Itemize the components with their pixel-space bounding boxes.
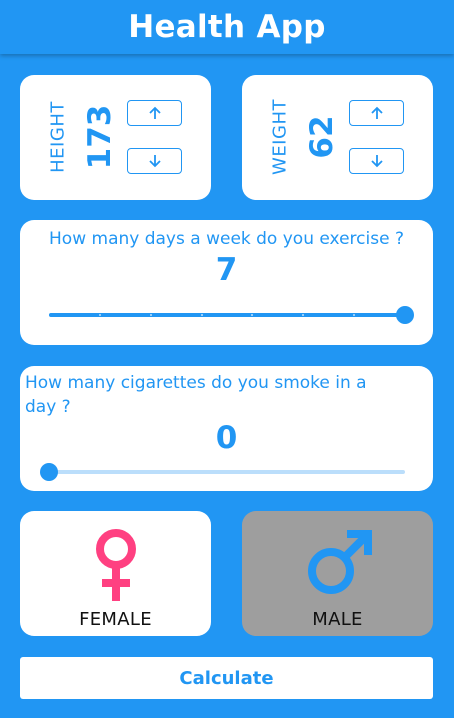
slider-tick xyxy=(98,314,101,316)
arrow-down-icon xyxy=(370,155,383,168)
male-card[interactable]: MALE xyxy=(242,511,433,636)
weight-value: 62 xyxy=(304,115,340,159)
smoking-question-line1: How many cigarettes do you smoke in a xyxy=(25,373,367,393)
calculate-button[interactable]: Calculate xyxy=(20,657,433,699)
smoking-slider-track[interactable] xyxy=(49,470,405,474)
weight-label: WEIGHT xyxy=(269,99,291,175)
smoking-slider-thumb[interactable] xyxy=(40,463,58,481)
male-label: MALE xyxy=(312,609,363,630)
arrow-up-icon xyxy=(370,106,383,119)
female-card[interactable]: FEMALE xyxy=(20,511,211,636)
smoking-card: How many cigarettes do you smoke in a da… xyxy=(20,366,433,491)
weight-card: WEIGHT 62 xyxy=(242,75,433,200)
height-decrement-button[interactable] xyxy=(127,148,182,174)
smoking-question: How many cigarettes do you smoke in a da… xyxy=(25,371,367,419)
exercise-question: How many days a week do you exercise ? xyxy=(49,229,404,249)
smoking-question-line2: day ? xyxy=(25,397,71,417)
weight-decrement-button[interactable] xyxy=(349,148,404,174)
smoking-value: 0 xyxy=(215,420,238,456)
male-icon xyxy=(242,521,433,603)
slider-tick xyxy=(149,314,152,316)
calculate-label: Calculate xyxy=(179,667,274,689)
height-label: HEIGHT xyxy=(47,101,69,173)
app-title: Health App xyxy=(128,9,326,45)
arrow-up-icon xyxy=(148,106,161,119)
exercise-slider-track[interactable] xyxy=(49,313,405,317)
exercise-slider-thumb[interactable] xyxy=(396,306,414,324)
height-increment-button[interactable] xyxy=(127,100,182,126)
weight-increment-button[interactable] xyxy=(349,100,404,126)
exercise-value: 7 xyxy=(215,252,238,288)
height-card: HEIGHT 173 xyxy=(20,75,211,200)
female-label: FEMALE xyxy=(79,609,152,630)
arrow-down-icon xyxy=(148,155,161,168)
slider-tick xyxy=(200,314,203,316)
height-value: 173 xyxy=(82,104,118,170)
female-icon xyxy=(20,521,211,603)
exercise-card: How many days a week do you exercise ? 7 xyxy=(20,220,433,345)
app-bar: Health App xyxy=(0,0,454,54)
exercise-slider-fill xyxy=(49,313,405,317)
